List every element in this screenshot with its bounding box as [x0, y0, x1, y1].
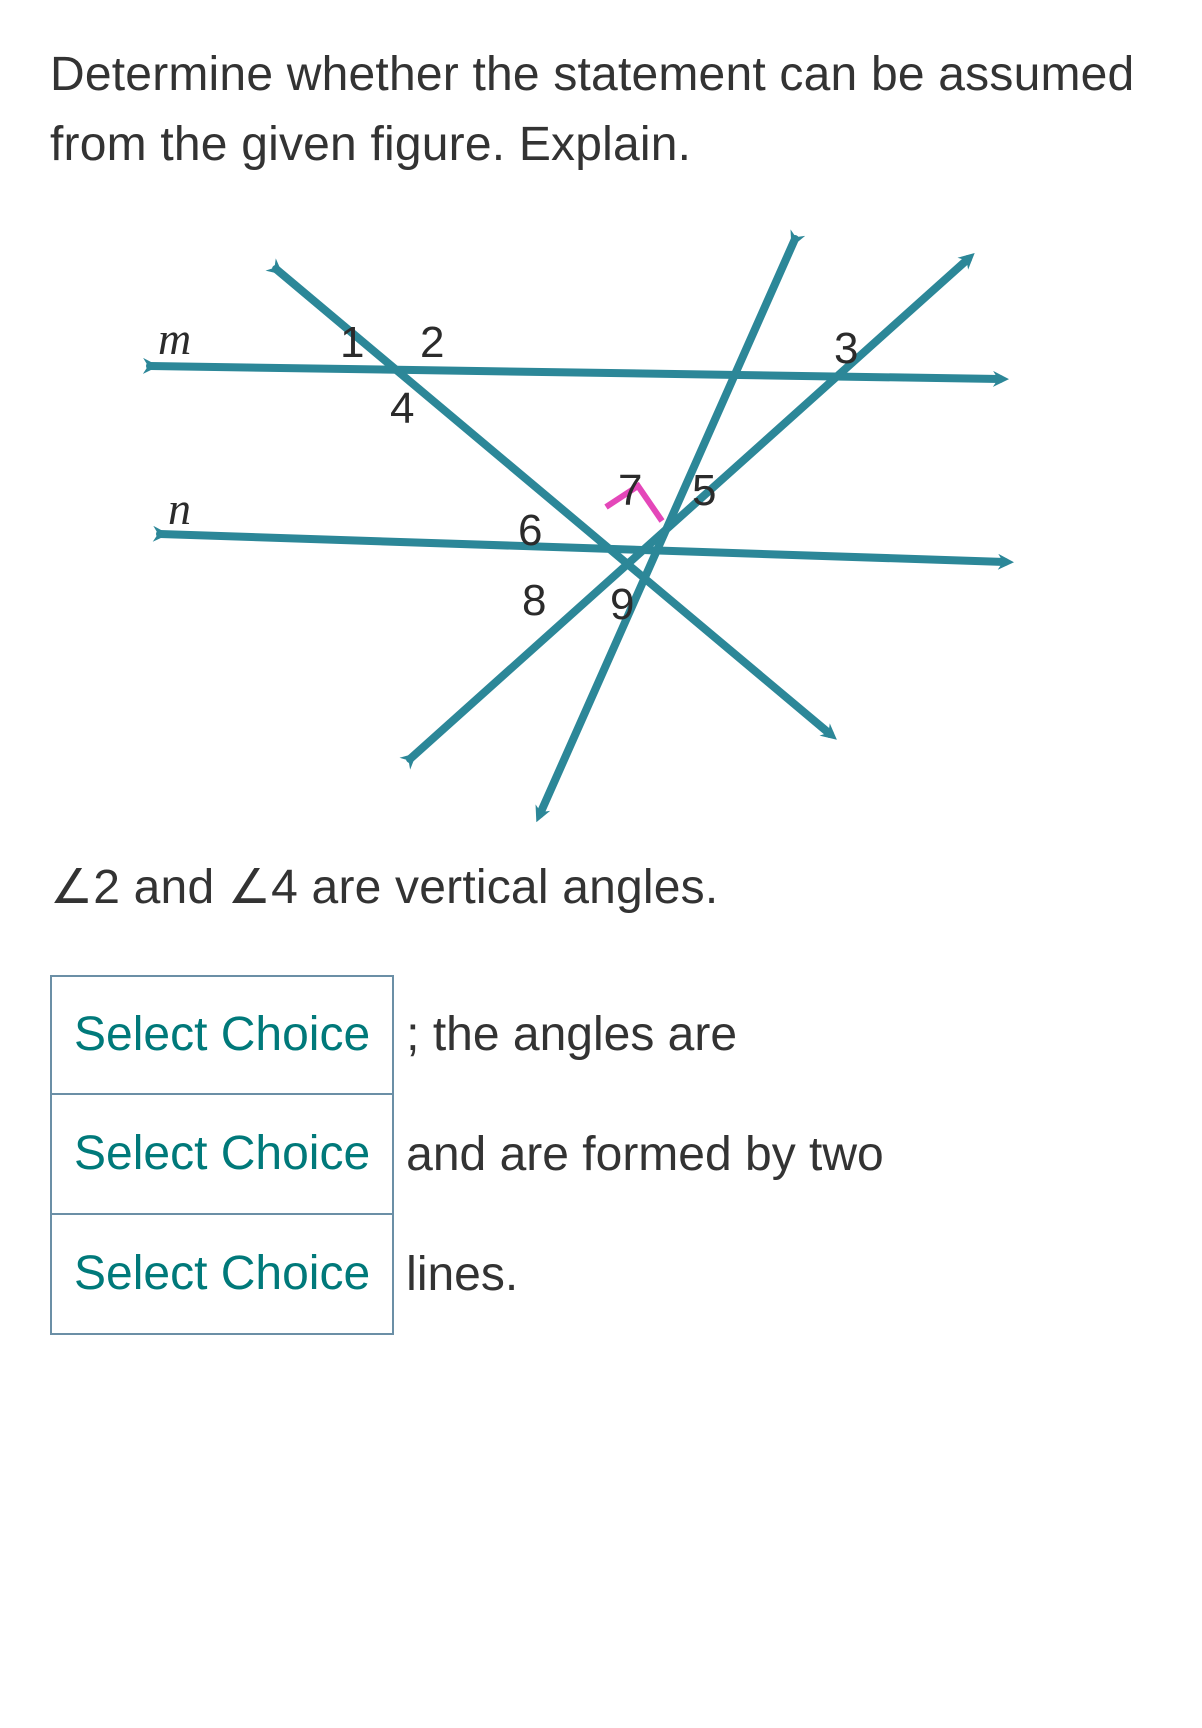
angle-label-7: 7 — [618, 466, 642, 515]
question-prompt: Determine whether the statement can be a… — [50, 40, 1152, 179]
label-line-n: n — [168, 483, 191, 534]
select-choice-2[interactable]: Select Choice — [50, 1095, 394, 1215]
angle-label-6: 6 — [518, 506, 542, 555]
answer-row-1: Select Choice ; the angles are — [50, 975, 1152, 1095]
transversal-q-r — [410, 259, 968, 759]
answer-block: Select Choice ; the angles are Select Ch… — [50, 975, 1152, 1335]
angle-label-2: 2 — [420, 318, 444, 367]
line-m — [150, 366, 1000, 379]
answer-text-1: ; the angles are — [406, 1011, 737, 1059]
figure-container: m n 1 2 3 4 5 6 7 8 9 — [50, 199, 1152, 839]
angle-label-3: 3 — [834, 324, 858, 373]
angle-label-1: 1 — [340, 318, 364, 367]
label-line-m: m — [158, 313, 191, 364]
geometry-figure: m n 1 2 3 4 5 6 7 8 9 — [50, 199, 1030, 839]
line-n — [160, 534, 1005, 562]
angle-label-4: 4 — [390, 384, 414, 433]
select-choice-1[interactable]: Select Choice — [50, 975, 394, 1095]
angle-label-8: 8 — [522, 576, 546, 625]
statement-text: ∠2 and ∠4 are vertical angles. — [50, 859, 1152, 915]
answer-row-3: Select Choice lines. — [50, 1215, 1152, 1335]
answer-text-2: and are formed by two — [406, 1131, 884, 1179]
angle-label-9: 9 — [610, 580, 634, 629]
answer-text-3: lines. — [406, 1251, 518, 1299]
select-choice-3[interactable]: Select Choice — [50, 1215, 394, 1335]
answer-row-2: Select Choice and are formed by two — [50, 1095, 1152, 1215]
angle-label-5: 5 — [692, 466, 716, 515]
